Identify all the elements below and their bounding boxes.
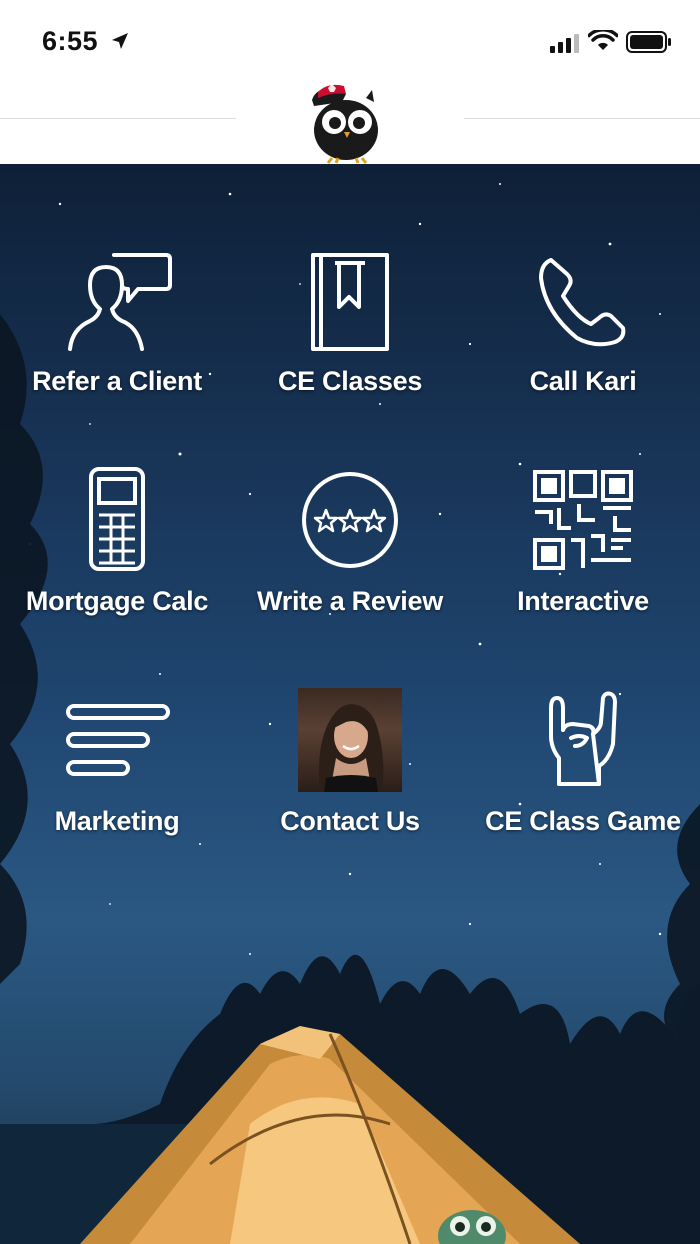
- status-bar: 6:55: [0, 0, 700, 82]
- interactive-button[interactable]: Interactive: [483, 460, 683, 660]
- qr-code-icon: [533, 470, 633, 570]
- tile-label: Write a Review: [257, 586, 443, 616]
- clock-time: 6:55: [42, 26, 99, 56]
- tile-label: Contact Us: [280, 806, 420, 836]
- location-arrow-icon: [112, 33, 128, 49]
- mortgage-calc-button[interactable]: Mortgage Calc: [17, 460, 217, 660]
- call-kari-button[interactable]: Call Kari: [483, 240, 683, 440]
- tile-label: Refer a Client: [32, 366, 202, 396]
- header-divider: [464, 118, 700, 119]
- book-icon: [311, 253, 389, 351]
- calculator-icon: [89, 467, 145, 571]
- person-speech-icon: [68, 253, 172, 351]
- stars-icon: [302, 472, 398, 568]
- tile-label: Marketing: [54, 806, 180, 836]
- ce-class-game-button[interactable]: CE Class Game: [483, 680, 683, 880]
- tile-label: Mortgage Calc: [25, 586, 209, 616]
- bars-icon: [66, 704, 170, 776]
- write-a-review-button[interactable]: Write a Review: [250, 460, 450, 660]
- profile-photo: [298, 688, 402, 792]
- contact-us-button[interactable]: Contact Us: [250, 680, 450, 880]
- marketing-button[interactable]: Marketing: [17, 680, 217, 880]
- refer-a-client-button[interactable]: Refer a Client: [17, 240, 217, 440]
- battery-icon: [626, 31, 671, 53]
- tile-label: Interactive: [517, 586, 649, 616]
- tile-label: CE Classes: [277, 366, 423, 396]
- tile-label: Call Kari: [529, 366, 637, 396]
- rock-hand-icon: [549, 691, 617, 786]
- header-divider: [0, 118, 236, 119]
- ce-classes-button[interactable]: CE Classes: [250, 240, 450, 440]
- owl-logo-icon[interactable]: [306, 80, 386, 164]
- phone-icon: [539, 258, 626, 347]
- tile-label: CE Class Game: [485, 806, 681, 836]
- wifi-icon: [588, 30, 618, 50]
- cellular-signal-icon: [550, 34, 579, 53]
